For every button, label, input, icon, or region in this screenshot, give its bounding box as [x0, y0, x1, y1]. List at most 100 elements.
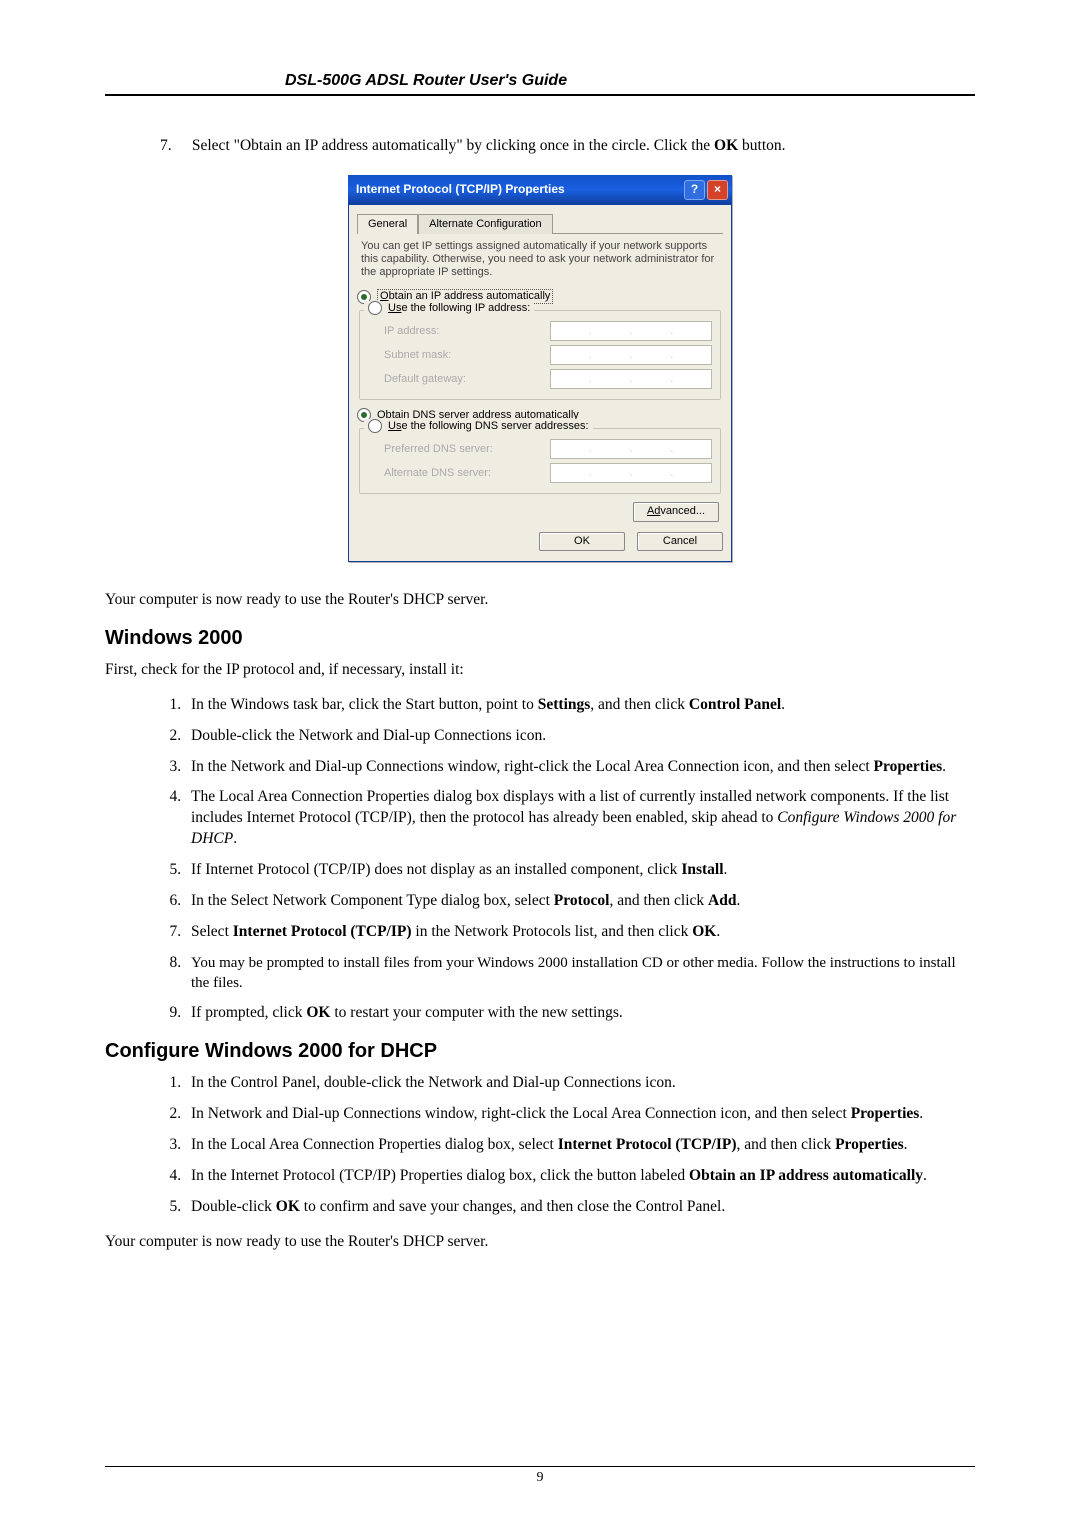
label-default-gateway: Default gateway:	[368, 373, 466, 386]
tab-alternate-configuration[interactable]: Alternate Configuration	[418, 214, 553, 234]
list-item: The Local Area Connection Properties dia…	[185, 787, 975, 850]
list-text: In the Windows task bar, click the Start…	[191, 696, 538, 713]
step-7-ok: OK	[714, 137, 738, 154]
cancel-button[interactable]: Cancel	[637, 532, 723, 551]
list-text: .	[942, 758, 946, 775]
list-item: In the Select Network Component Type dia…	[185, 891, 975, 912]
list-bold: Properties	[835, 1136, 904, 1153]
page-number: 9	[105, 1469, 975, 1488]
list-bold: Internet Protocol (TCP/IP)	[558, 1136, 737, 1153]
page-footer: 9	[105, 1466, 975, 1488]
label-preferred-dns: Preferred DNS server:	[368, 443, 493, 456]
paragraph-first-check: First, check for the IP protocol and, if…	[105, 660, 975, 681]
list-text: If Internet Protocol (TCP/IP) does not d…	[191, 861, 681, 878]
list-bold: OK	[306, 1004, 330, 1021]
list-item: In the Windows task bar, click the Start…	[185, 695, 975, 716]
list-text: In the Select Network Component Type dia…	[191, 892, 554, 909]
tab-general[interactable]: General	[357, 214, 418, 234]
list-text: In the Internet Protocol (TCP/IP) Proper…	[191, 1167, 689, 1184]
list-text: If prompted, click	[191, 1004, 306, 1021]
input-ip-address[interactable]: ...	[550, 321, 712, 341]
header-rule	[105, 94, 975, 96]
list-text: to restart your computer with the new se…	[330, 1004, 622, 1021]
list-item: In the Control Panel, double-click the N…	[185, 1073, 975, 1094]
list-text: .	[923, 1167, 927, 1184]
configure-steps-list: In the Control Panel, double-click the N…	[105, 1073, 975, 1218]
dialog-tabs: General Alternate Configuration	[357, 213, 723, 234]
step-7-text-a: Select "Obtain an IP address automatical…	[192, 137, 714, 154]
heading-windows-2000: Windows 2000	[105, 625, 975, 652]
list-bold: OK	[276, 1198, 300, 1215]
radio-obtain-ip-pre: O	[380, 290, 389, 302]
list-text: .	[919, 1105, 923, 1122]
radio-icon	[368, 419, 382, 433]
list-text: in the Network Protocols list, and then …	[412, 923, 693, 940]
list-bold: Add	[708, 892, 736, 909]
input-subnet-mask[interactable]: ...	[550, 345, 712, 365]
input-preferred-dns[interactable]: ...	[550, 439, 712, 459]
list-text: .	[724, 861, 728, 878]
list-text: .	[233, 830, 237, 847]
list-text: In Network and Dial-up Connections windo…	[191, 1105, 851, 1122]
list-text: , and then click	[609, 892, 708, 909]
heading-configure-dhcp: Configure Windows 2000 for DHCP	[105, 1038, 975, 1065]
list-text: Select	[191, 923, 233, 940]
list-item: You may be prompted to install files fro…	[185, 953, 975, 994]
list-text: to confirm and save your changes, and th…	[300, 1198, 725, 1215]
dialog-description: You can get IP settings assigned automat…	[361, 240, 719, 280]
list-item: Double-click OK to confirm and save your…	[185, 1197, 975, 1218]
list-item: If Internet Protocol (TCP/IP) does not d…	[185, 860, 975, 881]
tcpip-properties-dialog: Internet Protocol (TCP/IP) Properties ? …	[348, 175, 732, 562]
ok-button[interactable]: OK	[539, 532, 625, 551]
list-text: In the Network and Dial-up Connections w…	[191, 758, 874, 775]
list-text: .	[781, 696, 785, 713]
step-7-text-b: button.	[738, 137, 785, 154]
radio-use-dns-label: e the following DNS server addresses:	[401, 420, 588, 432]
step-7: 7. Select "Obtain an IP address automati…	[105, 136, 975, 157]
paragraph-ready-2: Your computer is now ready to use the Ro…	[105, 1232, 975, 1253]
footer-rule	[105, 1466, 975, 1467]
radio-use-ip-pre: Us	[388, 302, 401, 314]
list-item: In the Internet Protocol (TCP/IP) Proper…	[185, 1166, 975, 1187]
list-bold: Install	[681, 861, 723, 878]
list-bold: Control Panel	[689, 696, 781, 713]
help-icon[interactable]: ?	[684, 180, 705, 200]
paragraph-ready-1: Your computer is now ready to use the Ro…	[105, 590, 975, 611]
header-title: DSL-500G ADSL Router User's Guide	[105, 70, 975, 92]
list-item: In the Local Area Connection Properties …	[185, 1135, 975, 1156]
list-text: , and then click	[737, 1136, 836, 1153]
step-7-number: 7.	[160, 136, 188, 157]
input-alternate-dns[interactable]: ...	[550, 463, 712, 483]
label-ip-address: IP address:	[368, 325, 439, 338]
list-bold: Protocol	[554, 892, 610, 909]
close-icon[interactable]: ×	[707, 180, 728, 200]
radio-use-dns-pre: Us	[388, 420, 401, 432]
dialog-titlebar: Internet Protocol (TCP/IP) Properties ? …	[348, 175, 732, 205]
list-bold: Settings	[538, 696, 591, 713]
list-item: Double-click the Network and Dial-up Con…	[185, 726, 975, 747]
radio-use-dns[interactable]: Use the following DNS server addresses:	[364, 419, 593, 433]
install-steps-list: In the Windows task bar, click the Start…	[105, 695, 975, 1025]
list-text: In the Local Area Connection Properties …	[191, 1136, 558, 1153]
list-text: .	[904, 1136, 908, 1153]
list-text: .	[716, 923, 720, 940]
dns-fieldset: Use the following DNS server addresses: …	[359, 428, 721, 494]
advanced-button[interactable]: Advanced...	[633, 502, 719, 521]
dialog-title: Internet Protocol (TCP/IP) Properties	[356, 182, 565, 196]
list-text: Double-click	[191, 1198, 276, 1215]
radio-obtain-ip-label: btain an IP address automatically	[389, 290, 551, 302]
radio-use-ip-label: e the following IP address:	[401, 302, 530, 314]
list-bold: OK	[692, 923, 716, 940]
list-bold: Obtain an IP address automatically	[689, 1167, 923, 1184]
list-item: In the Network and Dial-up Connections w…	[185, 757, 975, 778]
radio-icon	[368, 301, 382, 315]
radio-use-ip[interactable]: Use the following IP address:	[364, 301, 534, 315]
list-bold: Internet Protocol (TCP/IP)	[233, 923, 412, 940]
input-default-gateway[interactable]: ...	[550, 369, 712, 389]
ip-fieldset: Use the following IP address: IP address…	[359, 310, 721, 400]
list-bold: Properties	[851, 1105, 920, 1122]
label-alternate-dns: Alternate DNS server:	[368, 467, 491, 480]
list-item: Select Internet Protocol (TCP/IP) in the…	[185, 922, 975, 943]
list-text: , and then click	[590, 696, 689, 713]
list-bold: Properties	[874, 758, 943, 775]
